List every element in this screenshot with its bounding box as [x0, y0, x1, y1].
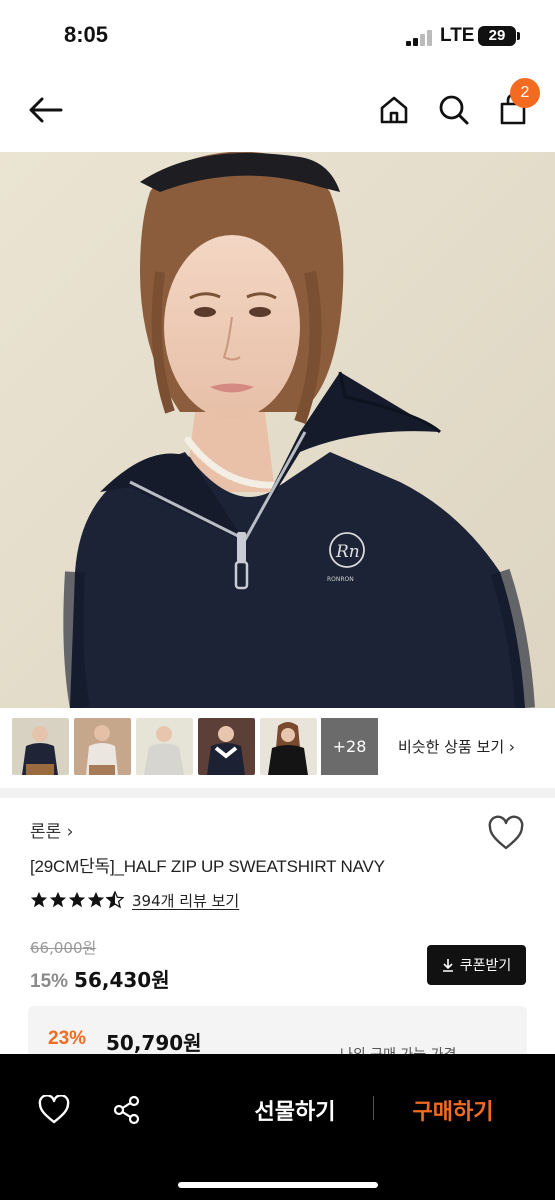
price-row: 15% 56,430원	[30, 964, 170, 993]
coupon-button[interactable]: 쿠폰받기	[427, 945, 526, 985]
share-icon[interactable]	[105, 1088, 149, 1132]
sale-price: 56,430원	[74, 968, 170, 992]
svg-text:Rn: Rn	[335, 542, 360, 562]
top-nav	[0, 70, 555, 152]
bottom-action-bar: 선물하기 구매하기	[0, 1054, 555, 1200]
product-image[interactable]: Rn RONRON	[0, 152, 555, 708]
discount-rate: 15%	[30, 971, 69, 992]
battery-icon: 29	[478, 26, 516, 46]
product-title: [29CM단독]_HALF ZIP UP SWEATSHIRT NAVY	[30, 857, 385, 876]
thumbnail-3[interactable]	[136, 718, 193, 775]
thumbnail-5[interactable]	[260, 718, 317, 775]
logo-text: RONRON	[327, 576, 354, 583]
heart-icon[interactable]	[486, 814, 526, 854]
half-star-icon	[106, 891, 124, 909]
best-discount-rate: 23%	[48, 1028, 87, 1049]
button-separator	[373, 1096, 374, 1120]
original-price: 66,000원	[30, 939, 97, 957]
signal-icon	[406, 30, 436, 46]
section-divider	[0, 788, 555, 798]
gift-button[interactable]: 선물하기	[232, 1088, 358, 1132]
star-icon	[68, 891, 86, 908]
status-bar: 8:05 LTE 29	[0, 0, 555, 70]
similar-products-link[interactable]: 비슷한 상품 보기 ›	[398, 736, 515, 757]
thumbnail-2[interactable]	[74, 718, 131, 775]
review-link[interactable]: 394개 리뷰 보기	[132, 890, 239, 911]
more-photos-count: +28	[332, 737, 367, 756]
download-icon	[442, 959, 453, 972]
more-photos-button[interactable]: +28	[321, 718, 378, 775]
search-icon[interactable]	[432, 88, 476, 132]
brand-link[interactable]: 론론 ›	[30, 817, 73, 842]
thumbnail-strip: +28 비슷한 상품 보기 ›	[0, 708, 555, 788]
buy-button[interactable]: 구매하기	[390, 1088, 516, 1132]
wishlist-heart-icon[interactable]	[32, 1088, 76, 1132]
rating-row: 394개 리뷰 보기	[30, 888, 239, 912]
star-rating	[30, 891, 124, 909]
network-label: LTE	[440, 25, 475, 46]
coupon-label: 쿠폰받기	[459, 958, 512, 974]
star-icon	[30, 891, 48, 908]
home-icon[interactable]	[372, 88, 416, 132]
best-price: 50,790원	[106, 1031, 202, 1055]
home-indicator[interactable]	[178, 1182, 378, 1188]
star-icon	[87, 891, 105, 908]
thumbnail-4[interactable]	[198, 718, 255, 775]
thumbnail-1[interactable]	[12, 718, 69, 775]
cart-badge: 2	[510, 78, 540, 108]
star-icon	[49, 891, 67, 908]
back-arrow-icon[interactable]	[24, 88, 68, 132]
battery-tip	[517, 32, 520, 40]
status-time: 8:05	[64, 22, 109, 47]
